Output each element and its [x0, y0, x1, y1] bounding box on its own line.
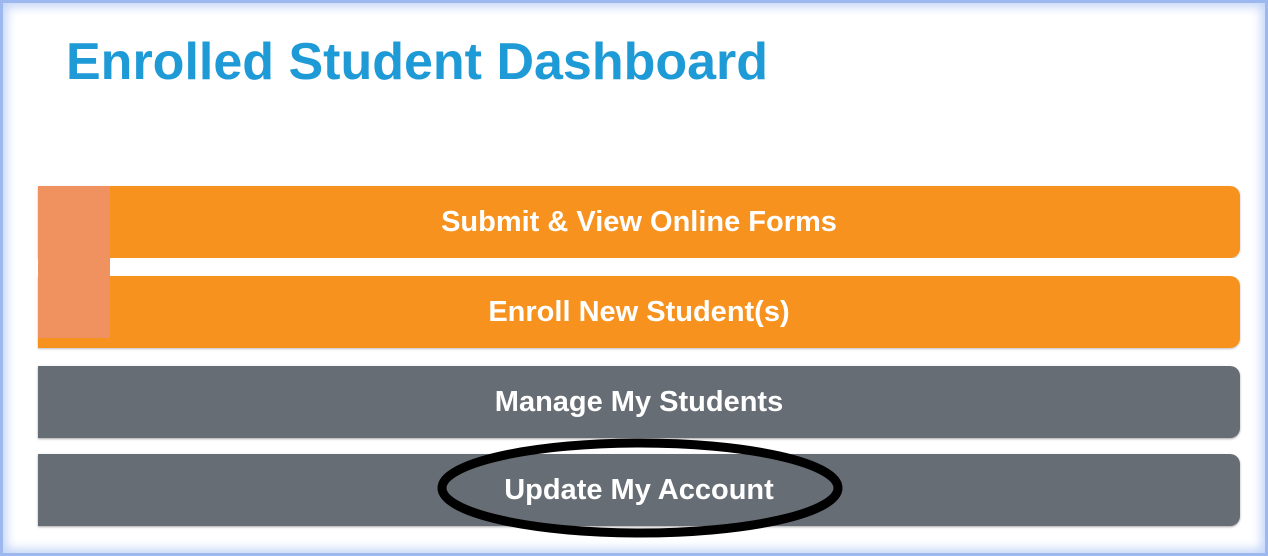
page-title: Enrolled Student Dashboard	[66, 33, 769, 91]
active-accent-block	[38, 186, 110, 338]
enroll-new-students-button[interactable]: Enroll New Student(s)	[38, 276, 1240, 348]
update-my-account-label: Update My Account	[504, 473, 774, 506]
manage-my-students-label: Manage My Students	[494, 385, 784, 418]
manage-my-students-button[interactable]: Manage My Students	[38, 366, 1240, 438]
button-gap	[110, 258, 1240, 276]
enroll-new-students-label: Enroll New Student(s)	[488, 295, 790, 328]
update-my-account-button[interactable]: Update My Account	[38, 454, 1240, 526]
submit-view-online-forms-label: Submit & View Online Forms	[441, 205, 837, 238]
submit-view-online-forms-button[interactable]: Submit & View Online Forms	[38, 186, 1240, 258]
